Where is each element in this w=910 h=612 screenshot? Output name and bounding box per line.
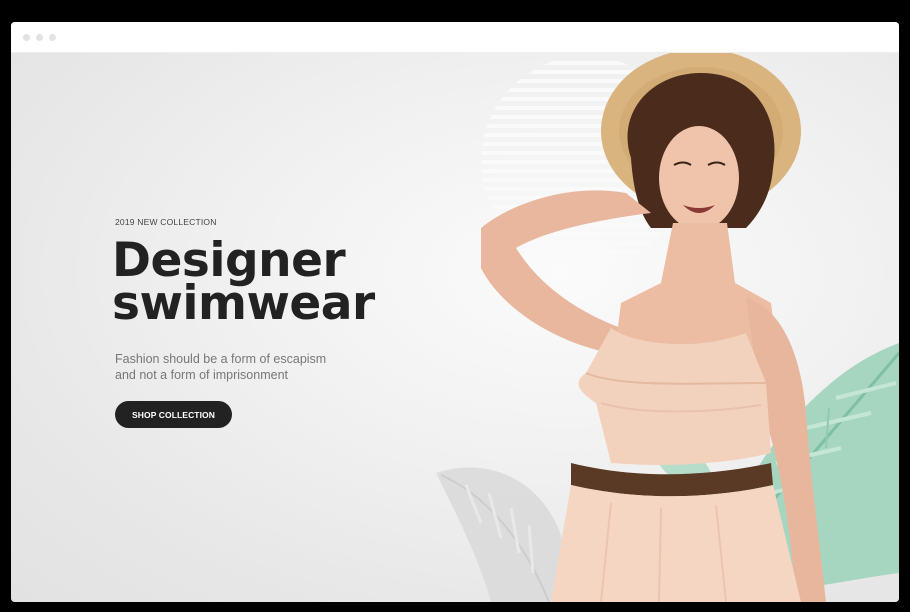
collection-kicker: 2019 NEW COLLECTION — [115, 217, 217, 227]
window-dot-minimize[interactable] — [36, 34, 43, 41]
hero-subtext: Fashion should be a form of escapism and… — [115, 351, 375, 383]
dress-top — [578, 328, 771, 465]
shop-collection-button[interactable]: SHOP COLLECTION — [115, 401, 232, 428]
window-dot-maximize[interactable] — [49, 34, 56, 41]
subtext-line-2: and not a form of imprisonment — [115, 368, 288, 382]
subtext-line-1: Fashion should be a form of escapism — [115, 352, 327, 366]
face — [659, 126, 739, 230]
hero-headline: Designer swimwear — [112, 237, 432, 331]
headline-line-2: swimwear — [112, 276, 375, 331]
grey-leaf-decoration — [436, 467, 564, 602]
dress-skirt — [551, 485, 801, 602]
hero-section: 2019 NEW COLLECTION Designer swimwear Fa… — [11, 53, 899, 602]
browser-titlebar — [11, 22, 899, 53]
browser-window: 2019 NEW COLLECTION Designer swimwear Fa… — [11, 22, 899, 602]
window-dot-close[interactable] — [23, 34, 30, 41]
